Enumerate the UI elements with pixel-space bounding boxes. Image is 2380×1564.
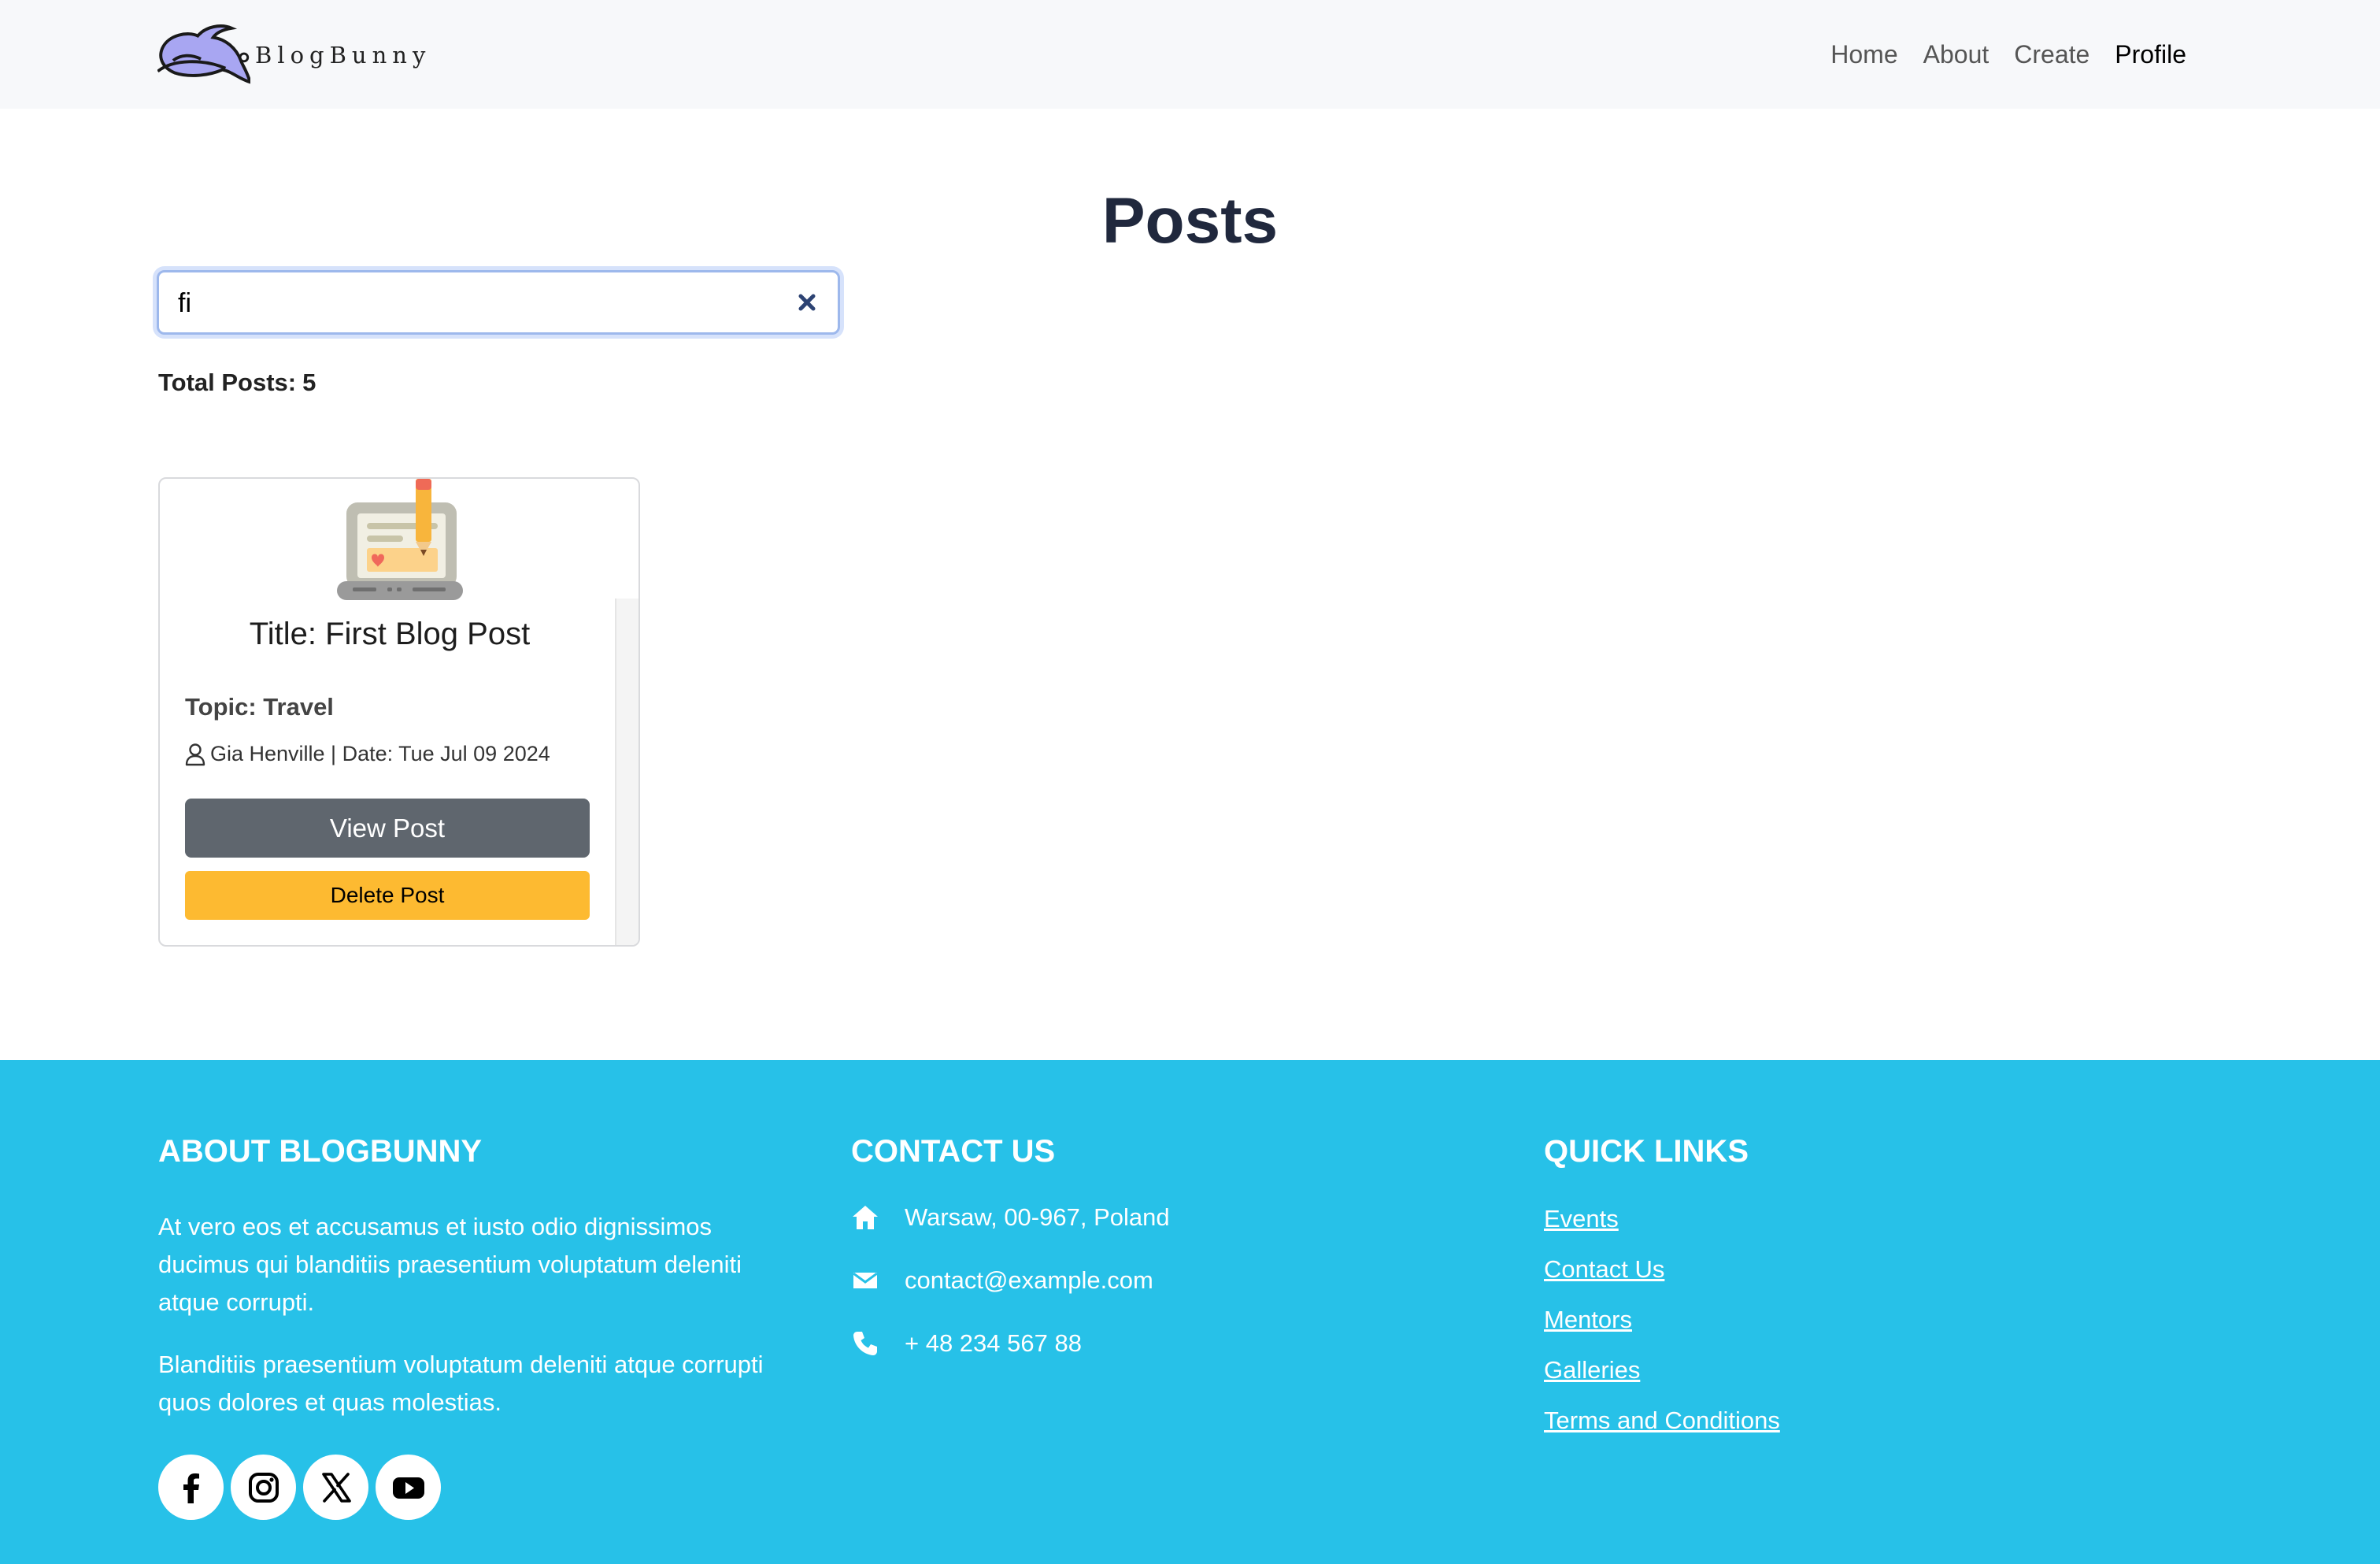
x-icon: [321, 1472, 351, 1503]
search-input[interactable]: [176, 272, 778, 334]
home-icon: [853, 1206, 878, 1229]
post-meta: Gia Henville | Date: Tue Jul 09 2024: [185, 742, 550, 766]
footer-contact: CONTACT US Warsaw, 00-967, Poland contac…: [851, 1131, 1170, 1357]
youtube-link[interactable]: [376, 1455, 441, 1520]
instagram-link[interactable]: [231, 1455, 296, 1520]
phone-icon: [853, 1332, 877, 1355]
view-post-button[interactable]: View Post: [185, 799, 590, 858]
contact-address: Warsaw, 00-967, Poland: [851, 1203, 1170, 1232]
footer: ABOUT BLOGBUNNY At vero eos et accusamus…: [0, 1060, 2380, 1564]
footer-about-heading: ABOUT BLOGBUNNY: [158, 1134, 483, 1169]
contact-email: contact@example.com: [851, 1266, 1153, 1295]
footer-quick-links: QUICK LINKS Events Contact Us Mentors Ga…: [1544, 1131, 1780, 1434]
contact-email-text[interactable]: contact@example.com: [905, 1266, 1153, 1295]
contact-phone: + 48 234 567 88: [851, 1329, 1082, 1358]
nav-profile[interactable]: Profile: [2115, 35, 2186, 74]
brand-logo[interactable]: BlogBunny: [157, 20, 431, 90]
brand-name: BlogBunny: [255, 42, 431, 69]
footer-links-heading: QUICK LINKS: [1544, 1134, 1749, 1169]
top-navbar: BlogBunny Home About Create Profile: [0, 0, 2380, 109]
facebook-icon: [183, 1473, 199, 1503]
search-box: [157, 270, 840, 335]
post-card: Title: First Blog Post Topic: Travel Gia…: [158, 477, 640, 947]
link-events[interactable]: Events: [1544, 1205, 1619, 1233]
total-posts-label: Total Posts:: [158, 369, 297, 396]
youtube-icon: [392, 1477, 424, 1499]
link-contact-us[interactable]: Contact Us: [1544, 1255, 1664, 1284]
envelope-icon: [853, 1272, 878, 1288]
main-nav: Home About Create Profile: [1830, 35, 2186, 74]
instagram-icon: [248, 1472, 279, 1503]
footer-about-text-1: At vero eos et accusamus et iusto odio d…: [158, 1213, 742, 1316]
contact-phone-text[interactable]: + 48 234 567 88: [905, 1329, 1082, 1358]
nav-about[interactable]: About: [1923, 35, 1990, 74]
nav-home[interactable]: Home: [1830, 35, 1897, 74]
footer-about-text-2: Blanditiis praesentium voluptatum deleni…: [158, 1351, 764, 1416]
link-mentors[interactable]: Mentors: [1544, 1306, 1632, 1334]
post-title: Title: First Blog Post: [249, 617, 531, 651]
footer-contact-heading: CONTACT US: [851, 1134, 1056, 1169]
total-posts: Total Posts: 5: [158, 369, 316, 397]
bunny-logo-icon: [157, 24, 250, 84]
link-galleries[interactable]: Galleries: [1544, 1356, 1640, 1384]
facebook-link[interactable]: [158, 1455, 224, 1520]
social-links: [158, 1455, 441, 1520]
total-posts-count: 5: [302, 369, 316, 396]
page-title: Posts: [1101, 185, 1279, 257]
link-terms[interactable]: Terms and Conditions: [1544, 1406, 1780, 1435]
delete-post-button[interactable]: Delete Post: [185, 871, 590, 920]
laptop-writing-icon: [337, 479, 463, 600]
clear-search-icon[interactable]: [794, 289, 820, 316]
nav-create[interactable]: Create: [2014, 35, 2089, 74]
post-author-date: Gia Henville | Date: Tue Jul 09 2024: [210, 742, 550, 765]
footer-about: ABOUT BLOGBUNNY At vero eos et accusamus…: [158, 1131, 804, 1520]
contact-address-text: Warsaw, 00-967, Poland: [905, 1203, 1170, 1231]
post-topic: Topic: Travel: [185, 693, 334, 721]
user-icon: [185, 743, 205, 765]
x-link[interactable]: [303, 1455, 368, 1520]
